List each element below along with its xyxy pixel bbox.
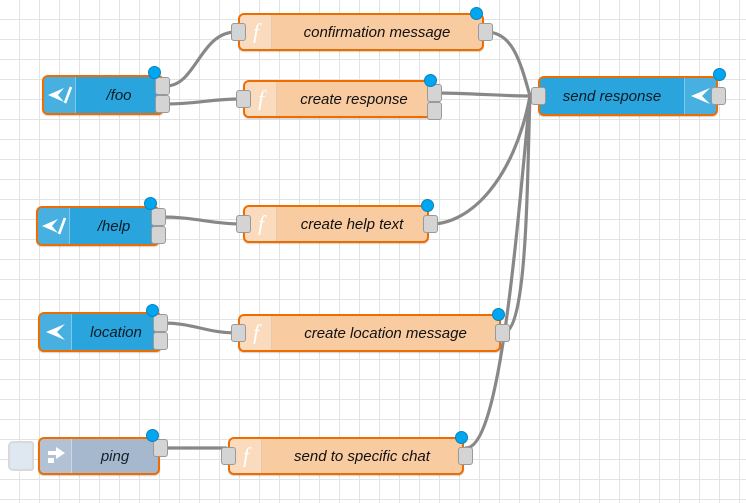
node-label: confirmation message [303,23,451,41]
status-dot [492,308,505,321]
status-dot [470,7,483,20]
wire-help-to-create-help-text [160,215,243,226]
status-dot [146,429,159,442]
input-port[interactable] [221,447,236,465]
output-port[interactable] [495,324,510,342]
status-dot [455,431,468,444]
output-port[interactable] [153,332,168,350]
output-port[interactable] [153,314,168,332]
node-label: send response [562,87,662,105]
status-dot [148,66,161,79]
svg-text:f: f [242,445,251,467]
output-port[interactable] [155,77,170,95]
svg-text:f: f [257,213,266,235]
node-label: ping [100,447,130,465]
node-label: location [90,323,142,341]
output-port[interactable] [458,447,473,465]
node-confirmation-message[interactable]: f confirmation message [238,13,484,51]
node-ping-link[interactable]: ping [38,437,160,475]
node-label: create response [300,90,408,108]
wire-create-response-to-send [433,91,532,98]
input-port[interactable] [236,215,251,233]
node-send-response[interactable]: send response [538,76,718,116]
node-send-to-specific-chat[interactable]: f send to specific chat [228,437,464,475]
node-location-trigger[interactable]: location [38,312,162,352]
output-port[interactable] [427,102,442,120]
output-port[interactable] [155,95,170,113]
svg-text:f: f [252,21,261,43]
wire-foo-to-confirmation [164,30,238,88]
wire-create-location-to-send [501,94,532,335]
input-port[interactable] [231,324,246,342]
output-port[interactable] [711,87,726,105]
node-label: send to specific chat [294,447,430,465]
node-create-help-text[interactable]: f create help text [243,205,429,243]
wire-confirmation-to-send [484,30,532,98]
output-port[interactable] [478,23,493,41]
node-label: create help text [300,215,404,233]
input-port[interactable] [236,90,251,108]
node-label: create location message [304,324,467,342]
node-create-response[interactable]: f create response [243,80,433,118]
status-dot [424,74,437,87]
wire-location-to-create-location [162,321,238,335]
node-help-command[interactable]: /help [36,206,160,246]
telegram-command-icon [44,77,76,113]
wire-send-chat-to-send [464,94,532,450]
node-create-location-message[interactable]: f create location message [238,314,501,352]
status-dot [421,199,434,212]
telegram-command-icon [38,208,70,244]
status-dot [144,197,157,210]
wire-foo-to-create-response [164,97,243,106]
inject-button[interactable] [8,441,34,471]
output-port[interactable] [151,226,166,244]
node-label: /foo [106,86,132,104]
status-dot [713,68,726,81]
svg-text:f: f [257,88,266,110]
svg-text:f: f [252,322,261,344]
output-port[interactable] [151,208,166,226]
input-port[interactable] [531,87,546,105]
telegram-plane-icon [40,314,72,350]
output-port[interactable] [153,439,168,457]
wire-create-help-text-to-send [429,94,532,226]
node-label: /help [97,217,131,235]
status-dot [146,304,159,317]
flow-canvas[interactable]: f confirmation message /foo f create res… [0,0,746,503]
output-port[interactable] [423,215,438,233]
input-port[interactable] [231,23,246,41]
link-arrow-icon [40,439,72,473]
node-foo-command[interactable]: /foo [42,75,164,115]
